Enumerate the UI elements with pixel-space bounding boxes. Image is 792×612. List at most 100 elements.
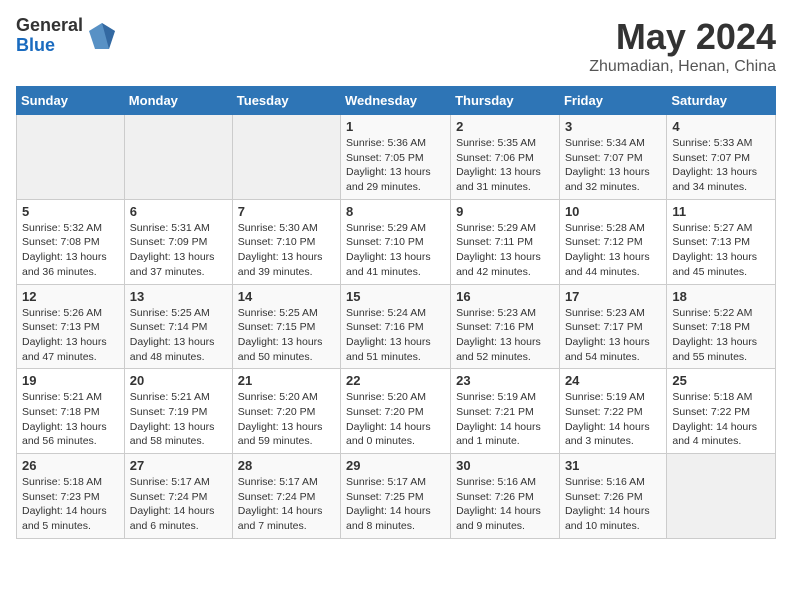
- day-number: 31: [565, 458, 661, 473]
- calendar-day: 4Sunrise: 5:33 AM Sunset: 7:07 PM Daylig…: [667, 115, 776, 200]
- calendar-day: 8 Sunrise: 5:29 AM Sunset: 7:10 PM Daylig…: [341, 199, 451, 284]
- day-info: Sunrise: 5:32 AM Sunset: 7:08 PM Dayligh…: [22, 221, 119, 280]
- day-info: Sunrise: 5:23 AM Sunset: 7:16 PM Dayligh…: [456, 306, 554, 365]
- calendar-body: 1 Sunrise: 5:36 AM Sunset: 7:05 PM Daylig…: [17, 115, 776, 539]
- day-info: Sunrise: 5:29 AM Sunset: 7:11 PM Dayligh…: [456, 221, 554, 280]
- day-number: 26: [22, 458, 119, 473]
- day-number: 14: [238, 289, 335, 304]
- calendar-day: [667, 454, 776, 539]
- calendar-header: SundayMondayTuesdayWednesdayThursdayFrid…: [17, 87, 776, 115]
- day-info: Sunrise: 5:20 AM Sunset: 7:20 PM Dayligh…: [238, 390, 335, 449]
- day-number: 27: [130, 458, 227, 473]
- day-info: Sunrise: 5:20 AM Sunset: 7:20 PM Dayligh…: [346, 390, 445, 449]
- day-number: 7: [238, 204, 335, 219]
- calendar-day: 13 Sunrise: 5:25 AM Sunset: 7:14 PM Dayli…: [124, 284, 232, 369]
- calendar-day: 15 Sunrise: 5:24 AM Sunset: 7:16 PM Dayli…: [341, 284, 451, 369]
- calendar-day: 2 Sunrise: 5:35 AM Sunset: 7:06 PM Daylig…: [451, 115, 560, 200]
- day-info: Sunrise: 5:35 AM Sunset: 7:06 PM Dayligh…: [456, 136, 554, 195]
- day-info: Sunrise: 5:24 AM Sunset: 7:16 PM Dayligh…: [346, 306, 445, 365]
- day-number: 1: [346, 119, 445, 134]
- day-number: 12: [22, 289, 119, 304]
- day-info: Sunrise: 5:19 AM Sunset: 7:21 PM Dayligh…: [456, 390, 554, 449]
- day-info: Sunrise: 5:17 AM Sunset: 7:24 PM Dayligh…: [130, 475, 227, 534]
- day-info: Sunrise: 5:36 AM Sunset: 7:05 PM Dayligh…: [346, 136, 445, 195]
- day-number: 4: [672, 119, 770, 134]
- day-header-saturday: Saturday: [667, 87, 776, 115]
- calendar-day: 1 Sunrise: 5:36 AM Sunset: 7:05 PM Daylig…: [341, 115, 451, 200]
- calendar-day: 23 Sunrise: 5:19 AM Sunset: 7:21 PM Dayli…: [451, 369, 560, 454]
- day-info: Sunrise: 5:27 AM Sunset: 7:13 PM Dayligh…: [672, 221, 770, 280]
- day-number: 30: [456, 458, 554, 473]
- logo: General Blue: [16, 16, 117, 56]
- day-number: 6: [130, 204, 227, 219]
- page-header: General Blue May 2024 Zhumadian, Henan, …: [16, 16, 776, 76]
- day-info: Sunrise: 5:28 AM Sunset: 7:12 PM Dayligh…: [565, 221, 661, 280]
- subtitle: Zhumadian, Henan, China: [589, 58, 776, 76]
- calendar-day: 28Sunrise: 5:17 AM Sunset: 7:24 PM Dayli…: [232, 454, 340, 539]
- day-info: Sunrise: 5:30 AM Sunset: 7:10 PM Dayligh…: [238, 221, 335, 280]
- calendar-day: 17Sunrise: 5:23 AM Sunset: 7:17 PM Dayli…: [559, 284, 666, 369]
- calendar-day: 24Sunrise: 5:19 AM Sunset: 7:22 PM Dayli…: [559, 369, 666, 454]
- calendar-week-4: 19 Sunrise: 5:21 AM Sunset: 7:18 PM Dayli…: [17, 369, 776, 454]
- day-header-wednesday: Wednesday: [341, 87, 451, 115]
- day-number: 23: [456, 373, 554, 388]
- calendar-day: 14 Sunrise: 5:25 AM Sunset: 7:15 PM Dayli…: [232, 284, 340, 369]
- day-number: 11: [672, 204, 770, 219]
- calendar-day: 6 Sunrise: 5:31 AM Sunset: 7:09 PM Daylig…: [124, 199, 232, 284]
- day-info: Sunrise: 5:21 AM Sunset: 7:19 PM Dayligh…: [130, 390, 227, 449]
- day-number: 8: [346, 204, 445, 219]
- calendar-week-5: 26Sunrise: 5:18 AM Sunset: 7:23 PM Dayli…: [17, 454, 776, 539]
- calendar-day: 3Sunrise: 5:34 AM Sunset: 7:07 PM Daylig…: [559, 115, 666, 200]
- calendar-day: 29Sunrise: 5:17 AM Sunset: 7:25 PM Dayli…: [341, 454, 451, 539]
- calendar-day: 26Sunrise: 5:18 AM Sunset: 7:23 PM Dayli…: [17, 454, 125, 539]
- day-number: 10: [565, 204, 661, 219]
- day-info: Sunrise: 5:26 AM Sunset: 7:13 PM Dayligh…: [22, 306, 119, 365]
- day-info: Sunrise: 5:29 AM Sunset: 7:10 PM Dayligh…: [346, 221, 445, 280]
- calendar-day: 25Sunrise: 5:18 AM Sunset: 7:22 PM Dayli…: [667, 369, 776, 454]
- day-info: Sunrise: 5:31 AM Sunset: 7:09 PM Dayligh…: [130, 221, 227, 280]
- calendar-day: [124, 115, 232, 200]
- calendar-table: SundayMondayTuesdayWednesdayThursdayFrid…: [16, 86, 776, 539]
- day-info: Sunrise: 5:25 AM Sunset: 7:14 PM Dayligh…: [130, 306, 227, 365]
- day-number: 18: [672, 289, 770, 304]
- day-info: Sunrise: 5:16 AM Sunset: 7:26 PM Dayligh…: [565, 475, 661, 534]
- day-header-monday: Monday: [124, 87, 232, 115]
- calendar-day: 5 Sunrise: 5:32 AM Sunset: 7:08 PM Daylig…: [17, 199, 125, 284]
- day-header-friday: Friday: [559, 87, 666, 115]
- day-number: 5: [22, 204, 119, 219]
- calendar-day: 30 Sunrise: 5:16 AM Sunset: 7:26 PM Dayli…: [451, 454, 560, 539]
- logo-general: General: [16, 16, 83, 36]
- day-info: Sunrise: 5:21 AM Sunset: 7:18 PM Dayligh…: [22, 390, 119, 449]
- calendar-week-1: 1 Sunrise: 5:36 AM Sunset: 7:05 PM Daylig…: [17, 115, 776, 200]
- day-number: 13: [130, 289, 227, 304]
- calendar-day: 19 Sunrise: 5:21 AM Sunset: 7:18 PM Dayli…: [17, 369, 125, 454]
- day-number: 15: [346, 289, 445, 304]
- day-number: 22: [346, 373, 445, 388]
- main-title: May 2024: [589, 16, 776, 58]
- logo-text: General Blue: [16, 16, 83, 56]
- day-number: 9: [456, 204, 554, 219]
- day-number: 16: [456, 289, 554, 304]
- day-number: 25: [672, 373, 770, 388]
- day-header-tuesday: Tuesday: [232, 87, 340, 115]
- logo-blue: Blue: [16, 36, 83, 56]
- day-number: 17: [565, 289, 661, 304]
- calendar-day: 22 Sunrise: 5:20 AM Sunset: 7:20 PM Dayli…: [341, 369, 451, 454]
- day-header-sunday: Sunday: [17, 87, 125, 115]
- title-block: May 2024 Zhumadian, Henan, China: [589, 16, 776, 76]
- calendar-day: 10 Sunrise: 5:28 AM Sunset: 7:12 PM Dayli…: [559, 199, 666, 284]
- calendar-day: 12 Sunrise: 5:26 AM Sunset: 7:13 PM Dayli…: [17, 284, 125, 369]
- day-number: 19: [22, 373, 119, 388]
- calendar-day: 18Sunrise: 5:22 AM Sunset: 7:18 PM Dayli…: [667, 284, 776, 369]
- calendar-day: 11 Sunrise: 5:27 AM Sunset: 7:13 PM Dayli…: [667, 199, 776, 284]
- day-info: Sunrise: 5:34 AM Sunset: 7:07 PM Dayligh…: [565, 136, 661, 195]
- day-number: 2: [456, 119, 554, 134]
- calendar-day: [17, 115, 125, 200]
- calendar-day: 16 Sunrise: 5:23 AM Sunset: 7:16 PM Dayli…: [451, 284, 560, 369]
- day-info: Sunrise: 5:25 AM Sunset: 7:15 PM Dayligh…: [238, 306, 335, 365]
- day-info: Sunrise: 5:16 AM Sunset: 7:26 PM Dayligh…: [456, 475, 554, 534]
- calendar-day: [232, 115, 340, 200]
- days-of-week-row: SundayMondayTuesdayWednesdayThursdayFrid…: [17, 87, 776, 115]
- day-info: Sunrise: 5:19 AM Sunset: 7:22 PM Dayligh…: [565, 390, 661, 449]
- day-number: 29: [346, 458, 445, 473]
